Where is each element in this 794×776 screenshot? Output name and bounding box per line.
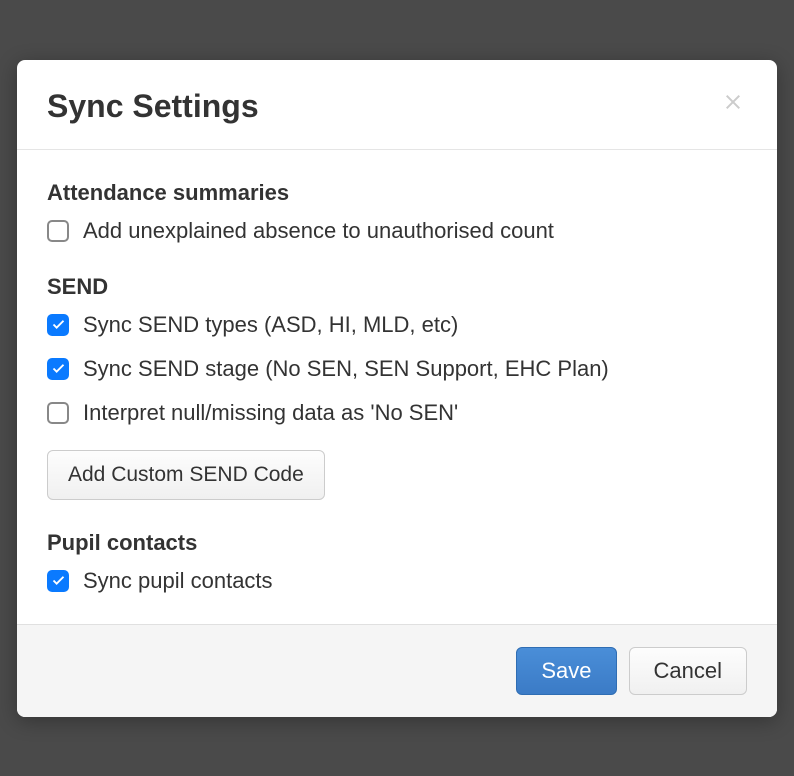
- modal-body: Attendance summaries Add unexplained abs…: [17, 150, 777, 624]
- attendance-section: Attendance summaries Add unexplained abs…: [47, 180, 747, 244]
- close-icon: [721, 90, 745, 114]
- add-custom-send-code-button[interactable]: Add Custom SEND Code: [47, 450, 325, 500]
- sync-send-stage-label: Sync SEND stage (No SEN, SEN Support, EH…: [83, 356, 609, 382]
- sync-send-types-row: Sync SEND types (ASD, HI, MLD, etc): [47, 312, 747, 338]
- check-icon: [51, 317, 66, 332]
- unexplained-absence-label: Add unexplained absence to unauthorised …: [83, 218, 554, 244]
- sync-send-stage-checkbox[interactable]: [47, 358, 69, 380]
- sync-settings-modal: Sync Settings Attendance summaries Add u…: [17, 60, 777, 717]
- pupil-contacts-section: Pupil contacts Sync pupil contacts: [47, 530, 747, 594]
- send-section: SEND Sync SEND types (ASD, HI, MLD, etc)…: [47, 274, 747, 500]
- sync-pupil-contacts-label: Sync pupil contacts: [83, 568, 273, 594]
- save-button[interactable]: Save: [516, 647, 616, 695]
- interpret-null-label: Interpret null/missing data as 'No SEN': [83, 400, 458, 426]
- cancel-button[interactable]: Cancel: [629, 647, 747, 695]
- sync-pupil-contacts-row: Sync pupil contacts: [47, 568, 747, 594]
- check-icon: [51, 573, 66, 588]
- interpret-null-checkbox[interactable]: [47, 402, 69, 424]
- modal-title: Sync Settings: [47, 88, 259, 125]
- unexplained-absence-checkbox[interactable]: [47, 220, 69, 242]
- unexplained-absence-row: Add unexplained absence to unauthorised …: [47, 218, 747, 244]
- modal-header: Sync Settings: [17, 60, 777, 150]
- interpret-null-row: Interpret null/missing data as 'No SEN': [47, 400, 747, 426]
- modal-footer: Save Cancel: [17, 624, 777, 717]
- attendance-section-title: Attendance summaries: [47, 180, 747, 206]
- pupil-contacts-section-title: Pupil contacts: [47, 530, 747, 556]
- send-section-title: SEND: [47, 274, 747, 300]
- sync-send-types-label: Sync SEND types (ASD, HI, MLD, etc): [83, 312, 458, 338]
- check-icon: [51, 361, 66, 376]
- close-button[interactable]: [719, 88, 747, 116]
- sync-pupil-contacts-checkbox[interactable]: [47, 570, 69, 592]
- sync-send-stage-row: Sync SEND stage (No SEN, SEN Support, EH…: [47, 356, 747, 382]
- sync-send-types-checkbox[interactable]: [47, 314, 69, 336]
